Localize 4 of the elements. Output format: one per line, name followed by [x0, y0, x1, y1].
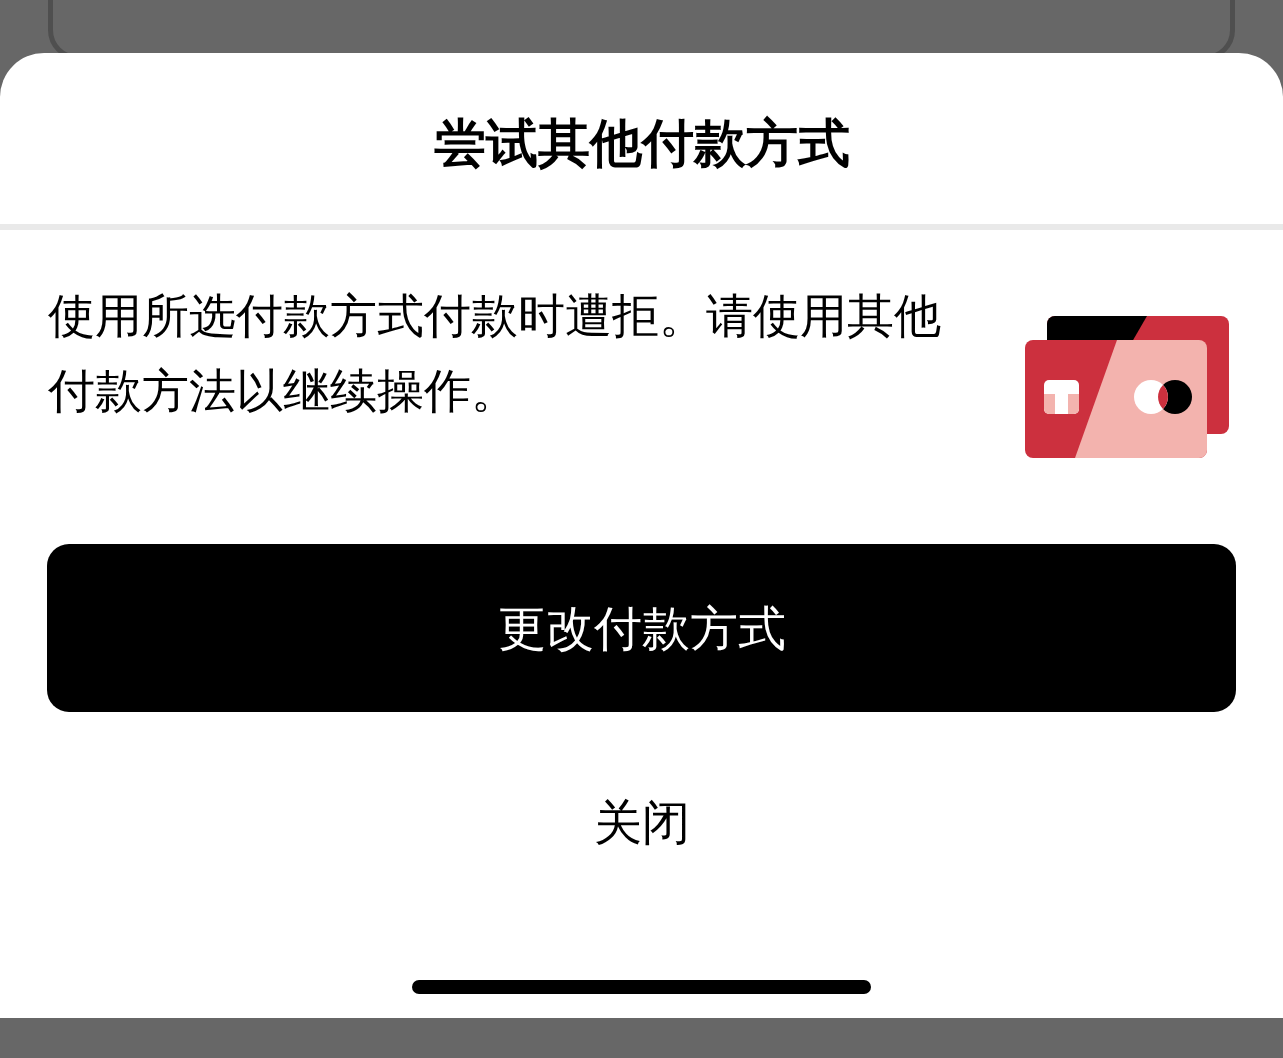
message-text: 使用所选付款方式付款时遭拒。请使用其他付款方法以继续操作。 — [48, 287, 942, 421]
close-button[interactable]: 关闭 — [581, 782, 702, 863]
change-payment-button[interactable]: 更改付款方式 — [47, 544, 1236, 713]
sheet-title: 尝试其他付款方式 — [432, 112, 851, 175]
